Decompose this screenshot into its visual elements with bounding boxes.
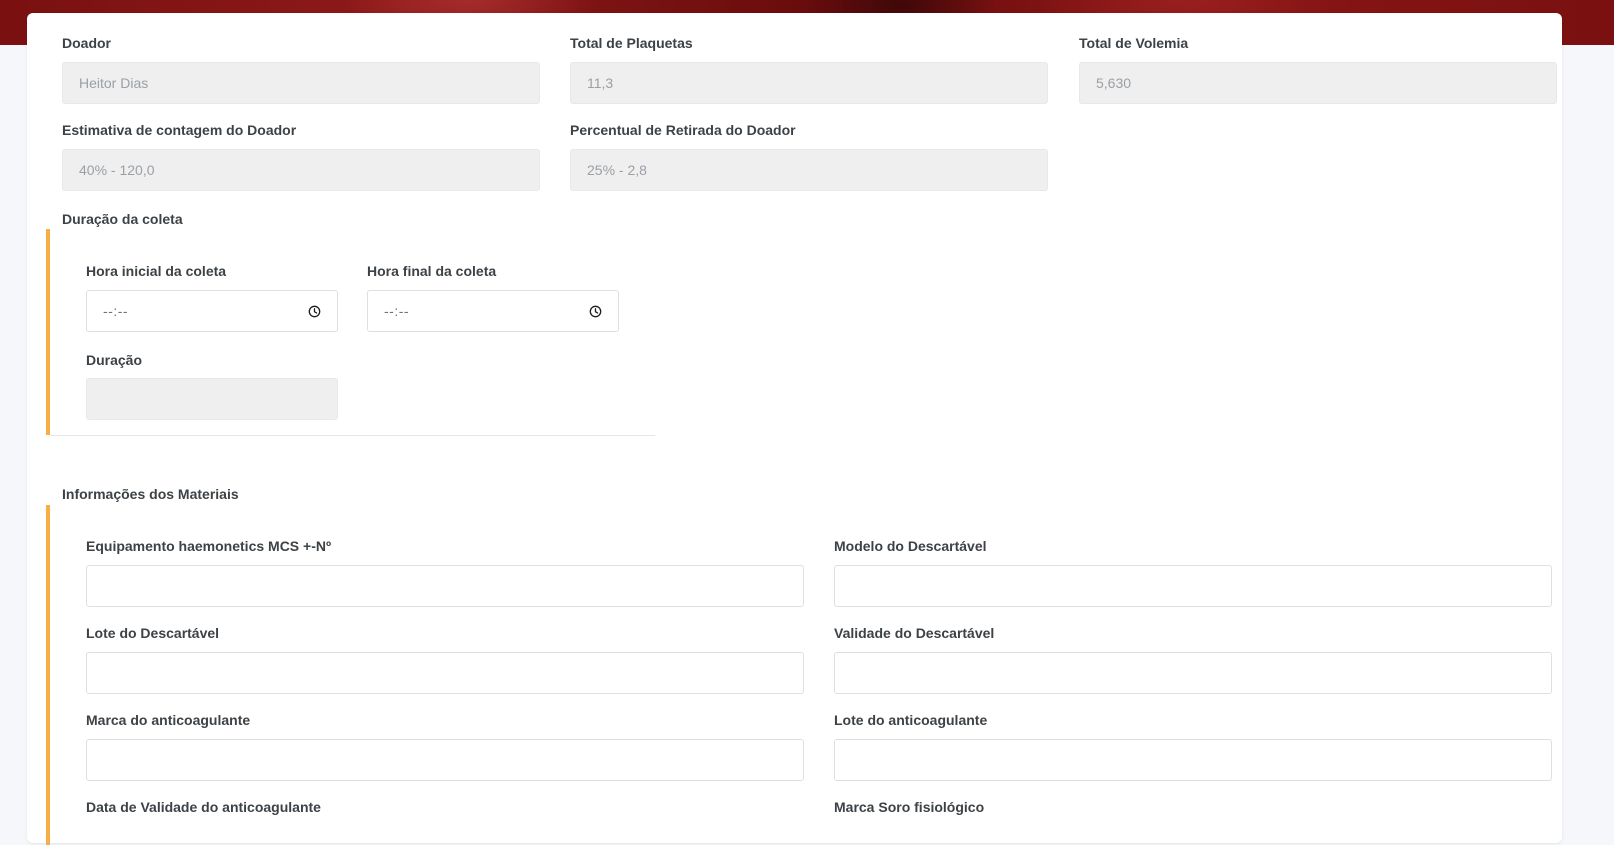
disposable-validity-label: Validade do Descartável — [834, 625, 995, 641]
materials-title: Informações dos Materiais — [62, 486, 239, 502]
anticoagulant-validity-label: Data de Validade do anticoagulante — [86, 799, 321, 815]
disposable-lot-label: Lote do Descartável — [86, 625, 220, 641]
count-estimate-field: 40% - 120,0 — [62, 149, 540, 191]
duration-label: Duração — [86, 352, 143, 368]
equipment-input[interactable] — [86, 565, 804, 607]
materials-accent — [46, 505, 50, 845]
disposable-lot-input[interactable] — [86, 652, 804, 694]
disposable-model-label: Modelo do Descartável — [834, 538, 987, 554]
disposable-validity-input[interactable] — [834, 652, 1552, 694]
total-platelets-label: Total de Plaquetas — [570, 35, 693, 51]
withdrawal-percentage-field: 25% - 2,8 — [570, 149, 1048, 191]
total-volemia-label: Total de Volemia — [1079, 35, 1189, 51]
start-time-input[interactable]: --:-- — [86, 290, 338, 332]
anticoagulant-brand-input[interactable] — [86, 739, 804, 781]
donor-label: Doador — [62, 35, 111, 51]
anticoagulant-lot-label: Lote do anticoagulante — [834, 712, 988, 728]
start-time-label: Hora inicial da coleta — [86, 263, 227, 279]
clock-icon[interactable] — [589, 305, 602, 318]
duration-field — [86, 378, 338, 420]
count-estimate-label: Estimativa de contagem do Doador — [62, 122, 297, 138]
withdrawal-percentage-label: Percentual de Retirada do Doador — [570, 122, 796, 138]
form-card: Doador Heitor Dias Total de Plaquetas 11… — [27, 13, 1562, 845]
total-volemia-field: 5,630 — [1079, 62, 1557, 104]
donor-field: Heitor Dias — [62, 62, 540, 104]
collection-duration-accent — [46, 229, 50, 435]
saline-brand-label: Marca Soro fisiológico — [834, 799, 985, 815]
end-time-label: Hora final da coleta — [367, 263, 497, 279]
total-platelets-field: 11,3 — [570, 62, 1048, 104]
equipment-label: Equipamento haemonetics MCS +-Nº — [86, 538, 332, 554]
end-time-input[interactable]: --:-- — [367, 290, 619, 332]
end-time-placeholder: --:-- — [384, 303, 410, 319]
start-time-placeholder: --:-- — [103, 303, 129, 319]
clock-icon[interactable] — [308, 305, 321, 318]
collection-duration-title: Duração da coleta — [62, 211, 183, 227]
anticoagulant-lot-input[interactable] — [834, 739, 1552, 781]
collection-duration-divider — [50, 435, 655, 436]
disposable-model-input[interactable] — [834, 565, 1552, 607]
anticoagulant-brand-label: Marca do anticoagulante — [86, 712, 251, 728]
